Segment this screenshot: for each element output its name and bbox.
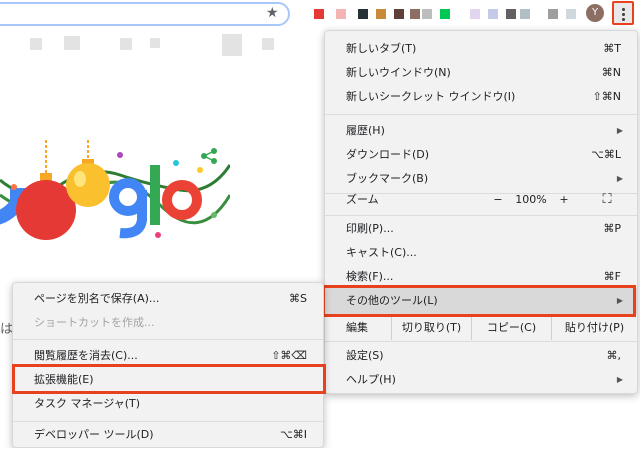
bookmark-icon[interactable] (520, 9, 530, 19)
bookmark-icon[interactable] (314, 9, 324, 19)
blurred-block (262, 38, 274, 50)
menu-item-new-tab[interactable]: 新しいタブ(T) ⌘T (325, 37, 637, 61)
bookmark-icon[interactable] (566, 9, 576, 19)
menu-item-new-incognito[interactable]: 新しいシークレット ウインドウ(I) ⇧⌘N (325, 85, 637, 109)
edit-label: 編集 (346, 321, 368, 334)
bookmark-star-icon[interactable]: ★ (266, 6, 280, 20)
bookmark-icon[interactable] (394, 9, 404, 19)
menu-separator (325, 114, 637, 115)
menu-item-cast[interactable]: キャスト(C)... (325, 241, 637, 265)
submenu-arrow-icon: ▶ (616, 375, 623, 384)
menu-item-task-manager[interactable]: タスク マネージャ(T) (13, 392, 323, 416)
menu-separator (325, 341, 637, 342)
bookmark-icon[interactable] (488, 9, 498, 19)
google-doodle[interactable] (0, 135, 230, 245)
kebab-dot-icon (622, 13, 625, 16)
chrome-menu-button[interactable] (612, 1, 634, 25)
menu-item-developer-tools[interactable]: デベロッパー ツール(D) ⌥⌘I (13, 423, 323, 447)
zoom-label: ズーム (346, 193, 379, 206)
address-bar[interactable] (0, 2, 290, 26)
menu-item-save-page-as[interactable]: ページを別名で保存(A)... ⌘S (13, 287, 323, 311)
edit-row: 編集 切り取り(T) コピー(C) 貼り付け(P) (325, 316, 637, 340)
cut-button[interactable]: 切り取り(T) (391, 316, 471, 340)
bookmark-icon[interactable] (440, 9, 450, 19)
menu-separator (325, 215, 637, 216)
zoom-out-button[interactable]: − (485, 188, 511, 212)
kebab-dot-icon (622, 8, 625, 11)
page-bottom-strip (0, 448, 640, 458)
menu-item-create-shortcut: ショートカットを作成... (34, 316, 155, 329)
menu-item-help[interactable]: ヘルプ(H) ▶ (325, 368, 637, 392)
zoom-in-button[interactable]: + (551, 188, 577, 212)
blurred-block (64, 36, 80, 50)
highlight-more-tools (322, 285, 636, 317)
menu-item-settings[interactable]: 設定(S) ⌘, (325, 344, 637, 368)
blurred-block (222, 34, 242, 56)
blurred-block (120, 38, 132, 50)
bookmark-icon[interactable] (470, 9, 480, 19)
bookmark-icon[interactable] (376, 9, 386, 19)
bookmark-icon[interactable] (336, 9, 346, 19)
bookmark-icon[interactable] (410, 9, 420, 19)
copy-button[interactable]: コピー(C) (471, 316, 551, 340)
zoom-level: 100% (515, 193, 547, 206)
menu-item-history[interactable]: 履歴(H) ▶ (325, 119, 637, 143)
highlight-extensions (12, 364, 326, 394)
chrome-main-menu: 新しいタブ(T) ⌘T 新しいウインドウ(N) ⌘N 新しいシークレット ウイン… (324, 30, 638, 394)
menu-item-print[interactable]: 印刷(P)... ⌘P (325, 217, 637, 241)
browser-toolbar: ★ Y (0, 0, 640, 30)
fullscreen-icon[interactable]: ⛶ (595, 188, 619, 212)
bookmark-icon[interactable] (358, 9, 368, 19)
bookmark-icon[interactable] (506, 9, 516, 19)
blurred-block (150, 38, 160, 48)
menu-separator (13, 421, 323, 422)
profile-avatar[interactable]: Y (586, 4, 604, 22)
menu-separator (13, 339, 323, 340)
bookmark-icon[interactable] (548, 9, 558, 19)
menu-item-new-window[interactable]: 新しいウインドウ(N) ⌘N (325, 61, 637, 85)
zoom-row: ズーム − 100% + ⛶ (325, 188, 637, 212)
blurred-block (30, 38, 42, 50)
kebab-dot-icon (622, 18, 625, 21)
blurred-bookmarks-bar (0, 30, 320, 60)
menu-item-downloads[interactable]: ダウンロード(D) ⌥⌘L (325, 143, 637, 167)
submenu-arrow-icon: ▶ (616, 126, 623, 135)
bookmark-icon[interactable] (422, 9, 432, 19)
paste-button[interactable]: 貼り付け(P) (551, 316, 637, 340)
